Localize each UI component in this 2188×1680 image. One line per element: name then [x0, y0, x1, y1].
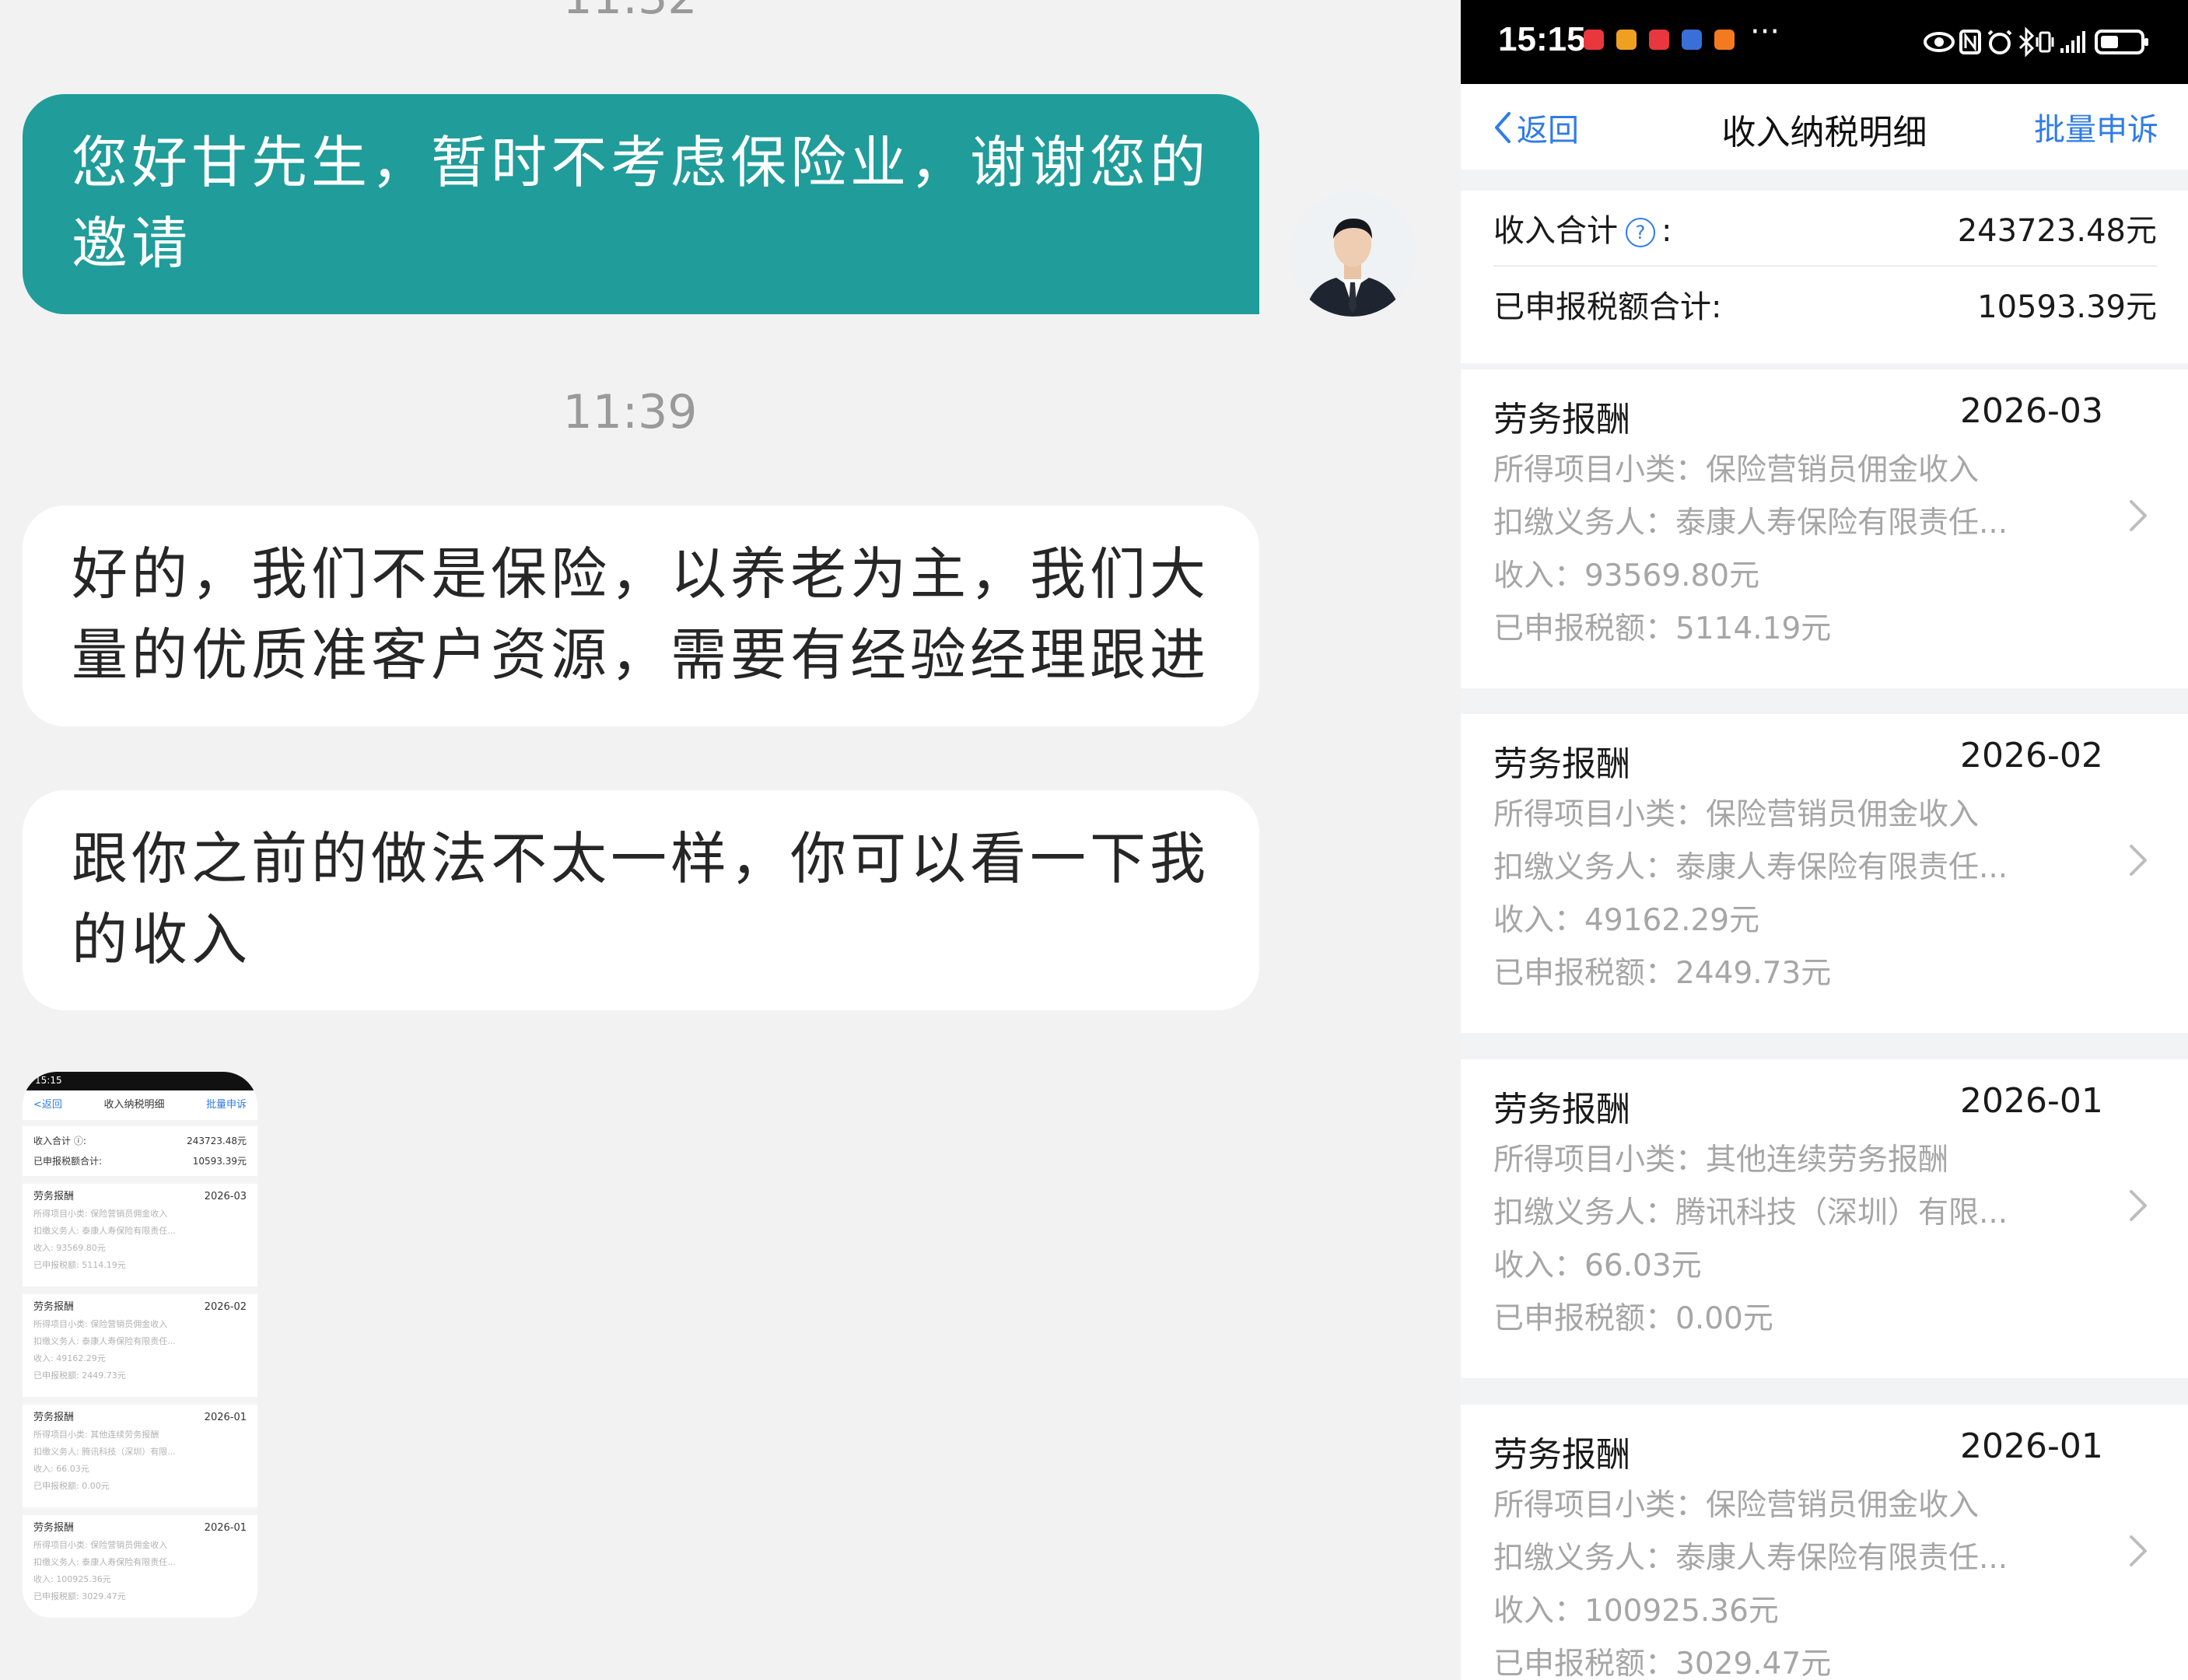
- record-type: 劳务报酬: [1493, 400, 1630, 439]
- alarm-icon: [1987, 30, 2012, 54]
- chevron-right-icon: [2130, 845, 2147, 876]
- record-payer: 扣缴义务人：泰康人寿保险有限责任...: [1493, 1541, 2008, 1576]
- tax-total-row: 已申报税额合计: 10593.39元: [1493, 267, 2157, 341]
- tax-total-value: 10593.39元: [1977, 289, 2157, 325]
- received-message-bubble[interactable]: 好的，我们不是保险，以养老为主，我们大 量的优质准客户资源，需要有经验经理跟进: [23, 506, 1259, 726]
- battery-icon: [2095, 30, 2148, 54]
- phone-screen: 15:15 ··· 返回 收入纳税明细 批量申诉 收入合计?: 243723.4…: [1461, 0, 2188, 1680]
- record-tax: 已申报税额：5114.19元: [1493, 611, 1832, 646]
- record-type: 劳务报酬: [1493, 744, 1630, 784]
- income-record-card[interactable]: 劳务报酬 2026-03 所得项目小类：保险营销员佣金收入 扣缴义务人：泰康人寿…: [1461, 369, 2188, 688]
- system-status-icons: [1924, 26, 2148, 58]
- status-time: 15:15: [1498, 20, 1586, 58]
- record-type: 劳务报酬: [1493, 1090, 1630, 1129]
- income-total-value: 243723.48元: [1957, 213, 2157, 249]
- help-icon[interactable]: ?: [1626, 218, 1655, 247]
- app-notification-icon: [1584, 30, 1604, 50]
- signal-icon: [2060, 31, 2085, 53]
- record-subcategory: 所得项目小类：其他连续劳务报酬: [1493, 1143, 1949, 1178]
- record-payer: 扣缴义务人：泰康人寿保险有限责任...: [1493, 850, 2008, 885]
- income-record-card[interactable]: 劳务报酬 2026-01 所得项目小类：其他连续劳务报酬 扣缴义务人：腾讯科技（…: [1461, 1059, 2188, 1378]
- sent-message-bubble[interactable]: 您好甘先生，暂时不考虑保险业，谢谢您的 邀请: [23, 94, 1259, 314]
- message-timestamp: 11:39: [562, 385, 698, 439]
- income-record-card[interactable]: 劳务报酬 2026-02 所得项目小类：保险营销员佣金收入 扣缴义务人：泰康人寿…: [1461, 714, 2188, 1033]
- record-subcategory: 所得项目小类：保险营销员佣金收入: [1493, 453, 1980, 488]
- thumbnail-card: 劳务报酬 2026-01 所得项目小类: 保险营销员佣金收入 扣缴义务人: 泰康人…: [23, 1515, 257, 1618]
- avatar[interactable]: [1290, 191, 1416, 317]
- record-tax: 已申报税额：2449.73元: [1493, 956, 1832, 991]
- record-subcategory: 所得项目小类：保险营销员佣金收入: [1493, 797, 1980, 832]
- eye-icon: [1924, 32, 1955, 52]
- app-notification-icon: [1714, 30, 1735, 50]
- record-date: 2026-01: [1960, 1426, 2103, 1466]
- record-income: 收入：66.03元: [1493, 1248, 1702, 1283]
- income-total-colon: :: [1661, 213, 1672, 249]
- message-timestamp: 11:32: [0, 0, 1260, 25]
- record-tax: 已申报税额：0.00元: [1493, 1301, 1773, 1336]
- income-total-row: 收入合计?: 243723.48元: [1493, 191, 2157, 267]
- chat-panel: 11:32 您好甘先生，暂时不考虑保险业，谢谢您的 邀请 11:39 好的，我们…: [0, 0, 1461, 1680]
- record-payer: 扣缴义务人：泰康人寿保险有限责任...: [1493, 506, 2008, 541]
- record-date: 2026-03: [1960, 391, 2103, 431]
- record-type: 劳务报酬: [1493, 1435, 1630, 1475]
- income-total-label: 收入合计: [1493, 213, 1618, 249]
- chevron-right-icon: [2130, 1535, 2147, 1566]
- nav-bar: 返回 收入纳税明细 批量申诉: [1461, 84, 2188, 170]
- app-notification-icon: [1649, 30, 1669, 50]
- chevron-right-icon: [2130, 1190, 2147, 1221]
- more-notifications-icon: ···: [1750, 14, 1780, 50]
- image-message-thumbnail[interactable]: 15:15 <返回 收入纳税明细 批量申诉 收入合计 ⓘ: 243723.48元 …: [23, 1072, 257, 1618]
- thumbnail-nav: <返回 收入纳税明细 批量申诉: [23, 1090, 257, 1120]
- thumbnail-card: 劳务报酬 2026-01 所得项目小类: 其他连续劳务报酬 扣缴义务人: 腾讯科技…: [23, 1405, 257, 1507]
- status-bar: 15:15 ···: [1461, 0, 2188, 84]
- tax-total-label: 已申报税额合计:: [1493, 289, 1722, 325]
- thumbnail-card: 劳务报酬 2026-03 所得项目小类: 保险营销员佣金收入 扣缴义务人: 泰康人…: [23, 1184, 257, 1286]
- app-notification-icon: [1682, 30, 1702, 50]
- chevron-right-icon: [2130, 500, 2147, 531]
- income-record-card[interactable]: 劳务报酬 2026-01 所得项目小类：保险营销员佣金收入 扣缴义务人：泰康人寿…: [1461, 1405, 2188, 1680]
- record-subcategory: 所得项目小类：保险营销员佣金收入: [1493, 1488, 1980, 1523]
- thumbnail-summary: 收入合计 ⓘ: 243723.48元 已申报税额合计: 10593.39元: [23, 1126, 257, 1176]
- thumbnail-card: 劳务报酬 2026-02 所得项目小类: 保险营销员佣金收入 扣缴义务人: 泰康人…: [23, 1294, 257, 1397]
- record-date: 2026-01: [1960, 1081, 2103, 1121]
- record-tax: 已申报税额：3029.47元: [1493, 1647, 1832, 1680]
- summary-panel: 收入合计?: 243723.48元 已申报税额合计: 10593.39元: [1461, 191, 2188, 363]
- user-photo-icon: [1290, 191, 1416, 317]
- record-date: 2026-02: [1960, 736, 2103, 775]
- record-income: 收入：93569.80元: [1493, 558, 1760, 593]
- vibrate-icon: [2036, 31, 2054, 53]
- app-notification-icon: [1616, 30, 1637, 50]
- thumbnail-status-bar: 15:15: [23, 1072, 257, 1090]
- record-income: 收入：100925.36元: [1493, 1594, 1779, 1629]
- batch-appeal-button[interactable]: 批量申诉: [2034, 104, 2158, 149]
- nfc-icon: [1959, 30, 1981, 54]
- record-income: 收入：49162.29元: [1493, 903, 1760, 938]
- bluetooth-icon: [2018, 26, 2035, 58]
- record-payer: 扣缴义务人：腾讯科技（深圳）有限...: [1493, 1195, 2008, 1230]
- received-message-bubble[interactable]: 跟你之前的做法不太一样，你可以看一下我 的收入: [23, 790, 1259, 1010]
